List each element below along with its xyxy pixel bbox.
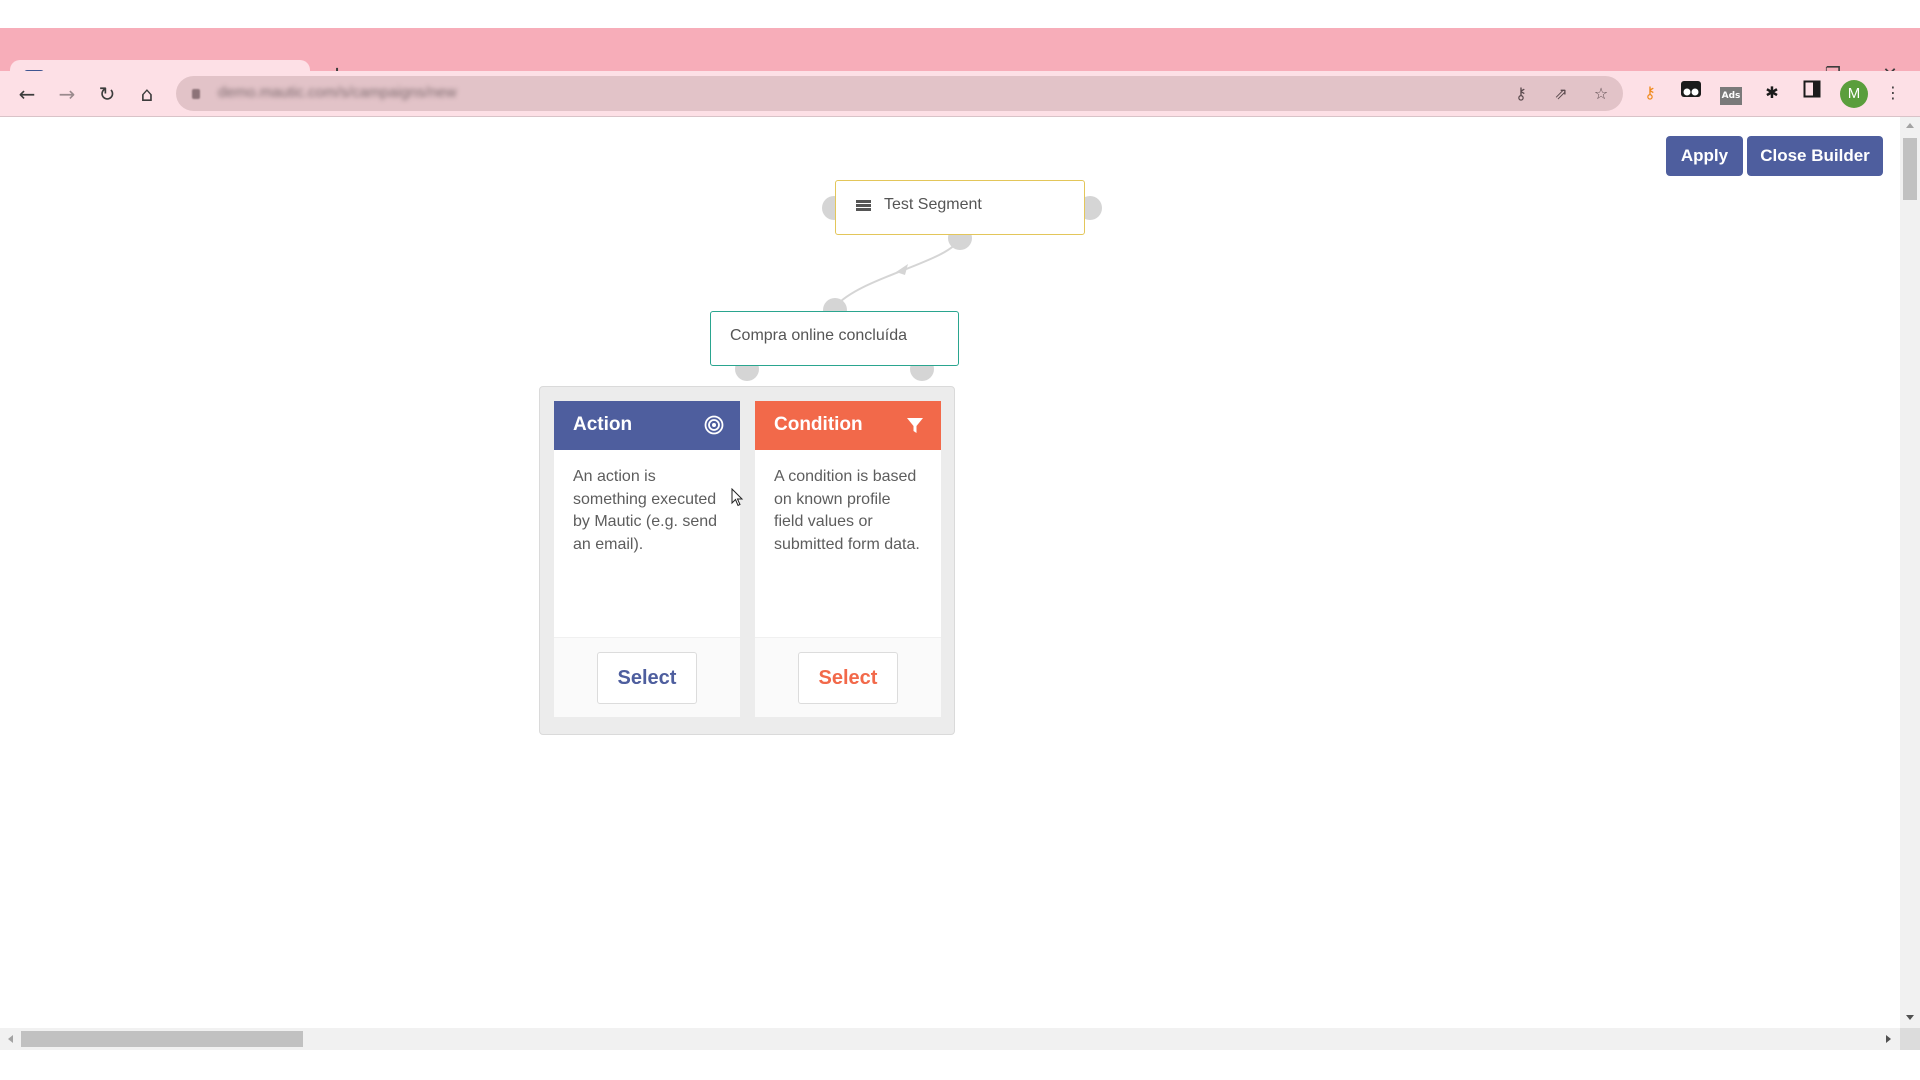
scrollbar-corner [1900, 1028, 1920, 1050]
url-text[interactable]: demo.mautic.com/s/campaigns/new [218, 84, 456, 101]
extension-glasses-icon[interactable] [1678, 80, 1704, 106]
action-card: Action An action is something executed b… [554, 401, 740, 717]
reload-icon[interactable]: ↻ [91, 78, 123, 110]
horizontal-scroll-thumb[interactable] [21, 1031, 303, 1047]
vertical-scroll-thumb[interactable] [1903, 138, 1917, 200]
event-node-label: Compra online concluída [730, 327, 907, 344]
filter-icon [907, 418, 923, 433]
scroll-right-icon[interactable] [1886, 1035, 1891, 1043]
browser-menu-icon[interactable]: ⋮ [1880, 80, 1906, 106]
forward-icon[interactable]: → [51, 78, 83, 110]
action-select-button[interactable]: Select [597, 652, 697, 704]
target-icon [704, 415, 724, 435]
back-icon[interactable]: ← [11, 78, 43, 110]
password-key-icon[interactable]: ⚷ [1508, 81, 1534, 107]
lock-icon [192, 89, 200, 99]
condition-card-header: Condition [755, 401, 941, 450]
side-panel-icon[interactable] [1799, 80, 1825, 106]
condition-card: Condition A condition is based on known … [755, 401, 941, 717]
screen-top-strip [0, 0, 1920, 28]
extension-key-alert-icon[interactable]: ⚷ [1637, 80, 1663, 106]
mouse-cursor-icon [731, 488, 744, 507]
action-card-header: Action [554, 401, 740, 450]
list-icon [856, 200, 871, 213]
scroll-up-icon[interactable] [1906, 123, 1914, 128]
share-icon[interactable]: ⇗ [1548, 81, 1574, 107]
condition-card-description: A condition is based on known profile fi… [774, 468, 920, 553]
action-card-footer: Select [554, 637, 740, 717]
condition-select-button[interactable]: Select [798, 652, 898, 704]
extensions-puzzle-icon[interactable]: ✱ [1759, 80, 1785, 106]
condition-card-title: Condition [774, 414, 863, 435]
bookmark-star-icon[interactable]: ☆ [1588, 81, 1614, 107]
condition-card-footer: Select [755, 637, 941, 717]
vertical-scrollbar[interactable] [1900, 117, 1920, 1028]
horizontal-scrollbar[interactable] [0, 1028, 1900, 1050]
scroll-down-icon[interactable] [1906, 1015, 1914, 1020]
address-bar[interactable]: demo.mautic.com/s/campaigns/new ⚷ ⇗ ☆ [176, 76, 1623, 111]
segment-node-label: Test Segment [884, 196, 982, 213]
scroll-left-icon[interactable] [8, 1035, 13, 1043]
profile-avatar[interactable]: M [1840, 80, 1868, 108]
action-card-title: Action [573, 414, 633, 435]
event-type-picker: Action An action is something executed b… [539, 386, 955, 735]
browser-toolbar: ← → ↻ ⌂ demo.mautic.com/s/campaigns/new … [0, 71, 1920, 117]
segment-source-node[interactable]: Test Segment [835, 180, 1085, 235]
decision-event-node[interactable]: Compra online concluída [710, 311, 959, 366]
action-card-description: An action is something executed by Mauti… [573, 468, 718, 553]
extension-ads-icon[interactable]: Ads [1718, 80, 1744, 106]
home-icon[interactable]: ⌂ [131, 78, 163, 110]
screen-bottom-strip [0, 1050, 1920, 1080]
browser-title-bar: M New Campaign | Mautic ✕ + ⌵ — ❐ ✕ [0, 28, 1920, 100]
campaign-builder-canvas: Apply Close Builder Test Segment Compra … [0, 117, 1900, 1028]
